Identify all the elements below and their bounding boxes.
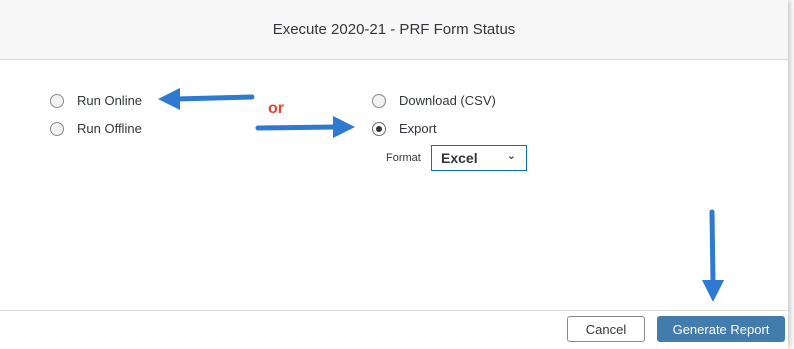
run-offline-option[interactable]: Run Offline bbox=[50, 121, 142, 136]
execute-dialog: Execute 2020-21 - PRF Form Status Run On… bbox=[0, 0, 788, 349]
export-label: Export bbox=[399, 121, 437, 136]
cancel-button[interactable]: Cancel bbox=[567, 316, 645, 342]
dialog-title: Execute 2020-21 - PRF Form Status bbox=[272, 21, 516, 38]
dialog-footer: Cancel Generate Report bbox=[0, 310, 788, 349]
format-select[interactable]: Excel ⌄ bbox=[431, 145, 527, 171]
run-online-option[interactable]: Run Online bbox=[50, 93, 142, 108]
run-offline-label: Run Offline bbox=[77, 121, 142, 136]
run-online-radio[interactable] bbox=[50, 93, 64, 108]
chevron-down-icon: ⌄ bbox=[506, 150, 516, 162]
download-csv-option[interactable]: Download (CSV) bbox=[372, 93, 496, 108]
dialog-header: Execute 2020-21 - PRF Form Status bbox=[0, 0, 788, 60]
or-annotation: or bbox=[268, 100, 284, 117]
export-option[interactable]: Export bbox=[372, 121, 437, 136]
run-offline-radio[interactable] bbox=[50, 121, 64, 136]
download-csv-label: Download (CSV) bbox=[399, 93, 496, 108]
download-csv-radio[interactable] bbox=[372, 93, 386, 108]
format-label: Format bbox=[386, 152, 421, 164]
generate-report-button[interactable]: Generate Report bbox=[657, 316, 785, 342]
run-online-label: Run Online bbox=[77, 93, 143, 108]
format-select-value: Excel bbox=[441, 150, 478, 166]
export-radio[interactable] bbox=[372, 121, 386, 136]
